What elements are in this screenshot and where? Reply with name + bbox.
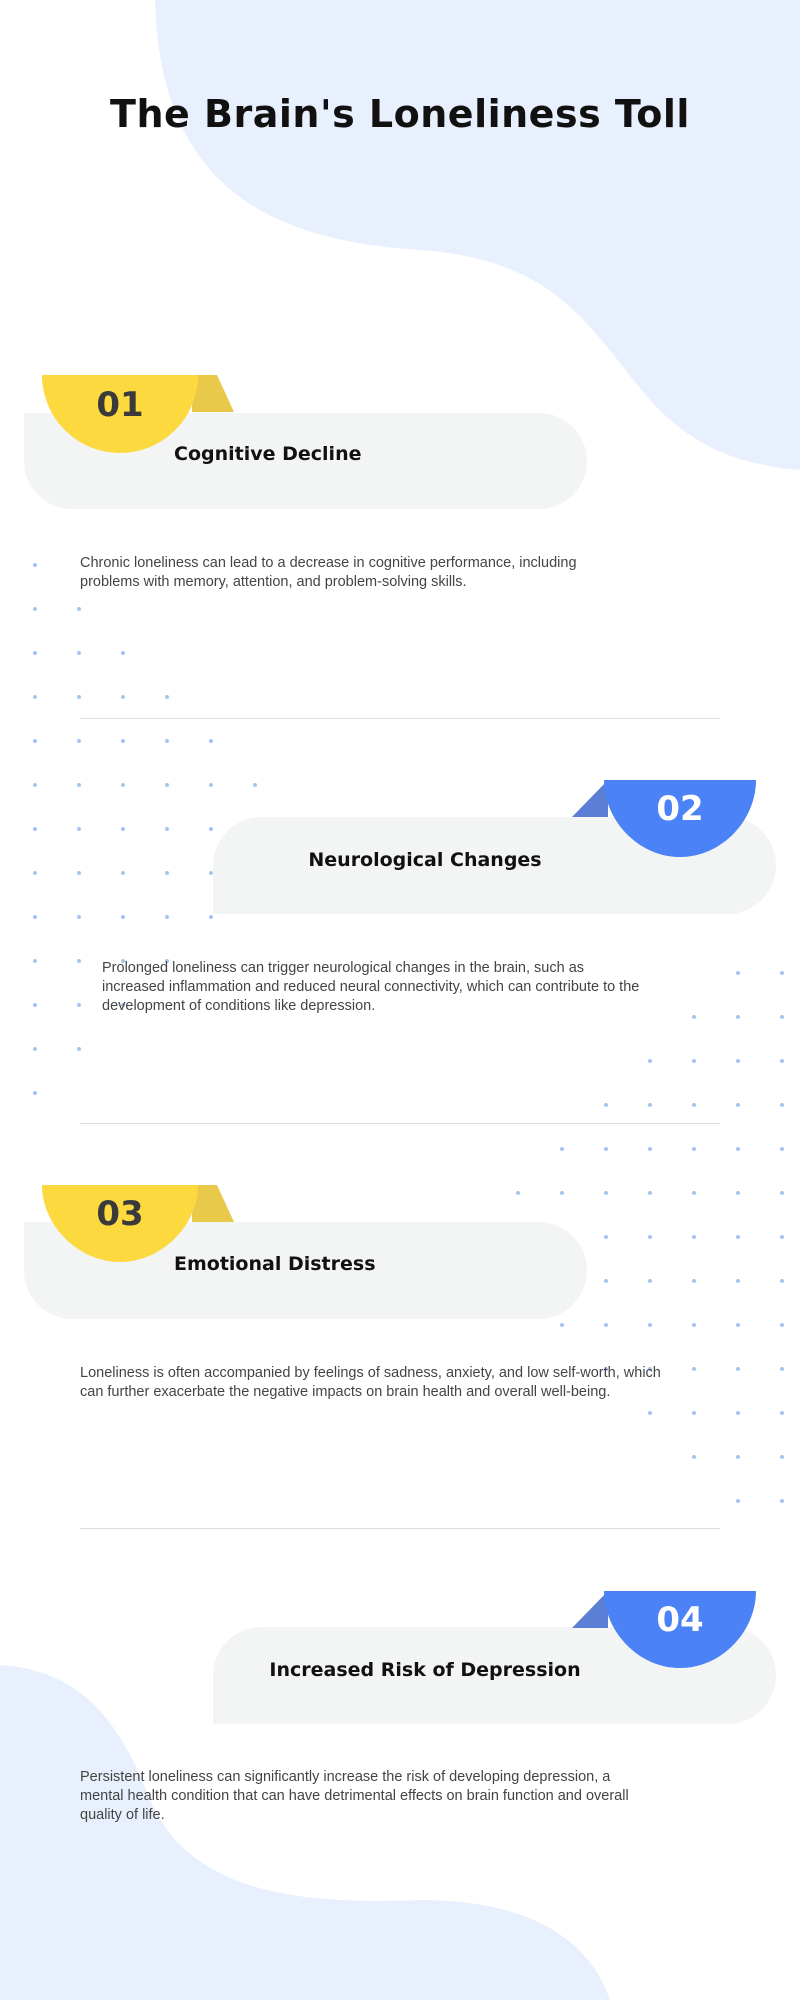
dot [516, 1191, 520, 1195]
dot [692, 1103, 696, 1107]
dot [780, 1455, 784, 1459]
dot [736, 1103, 740, 1107]
section-2-number: 02 [656, 789, 704, 829]
dot [780, 1499, 784, 1503]
dot [692, 1411, 696, 1415]
dot [736, 1411, 740, 1415]
section-1-divider [80, 718, 720, 719]
dot [736, 1499, 740, 1503]
dot [780, 1367, 784, 1371]
dot [692, 1455, 696, 1459]
dot [648, 1147, 652, 1151]
dot [604, 1323, 608, 1327]
dot [780, 1103, 784, 1107]
dot [604, 1147, 608, 1151]
section-2-heading: Neurological Changes [308, 849, 542, 871]
dot [692, 1059, 696, 1063]
dot [780, 1279, 784, 1283]
dot [648, 1191, 652, 1195]
dot [604, 1191, 608, 1195]
dot [736, 1323, 740, 1327]
section-3-number: 03 [96, 1194, 144, 1234]
dot [736, 1367, 740, 1371]
dot [692, 1147, 696, 1151]
section-2-text: Prolonged loneliness can trigger neurolo… [102, 960, 640, 1014]
dot [560, 1323, 564, 1327]
dot [692, 1323, 696, 1327]
section-1-text: Chronic loneliness can lead to a decreas… [80, 555, 577, 590]
section-4-number: 04 [656, 1600, 704, 1640]
dot [780, 971, 784, 975]
dot [736, 1455, 740, 1459]
dot [648, 1279, 652, 1283]
dot [736, 1015, 740, 1019]
dot [648, 1411, 652, 1415]
dot [604, 1235, 608, 1239]
dot [736, 1147, 740, 1151]
dot [692, 1235, 696, 1239]
section-4-text: Persistent loneliness can significantly … [80, 1769, 629, 1823]
dot [692, 1367, 696, 1371]
dot [780, 1323, 784, 1327]
dot [780, 1191, 784, 1195]
section-3-divider [80, 1528, 720, 1529]
dot [692, 1015, 696, 1019]
section-1-heading: Cognitive Decline [174, 443, 362, 465]
section-4-heading: Increased Risk of Depression [269, 1659, 581, 1681]
dot [604, 1103, 608, 1107]
dot [692, 1279, 696, 1283]
dot [780, 1411, 784, 1415]
dot [780, 1235, 784, 1239]
dot [780, 1147, 784, 1151]
dot [560, 1191, 564, 1195]
dot [736, 1059, 740, 1063]
dot [604, 1279, 608, 1283]
dot [692, 1191, 696, 1195]
dot [736, 1279, 740, 1283]
dot [736, 1191, 740, 1195]
section-1-number: 01 [96, 385, 144, 425]
dot [780, 1015, 784, 1019]
page-title: The Brain's Loneliness Toll [110, 92, 690, 136]
dot [780, 1059, 784, 1063]
section-3-text: Loneliness is often accompanied by feeli… [80, 1365, 661, 1400]
dot [648, 1235, 652, 1239]
section-2-divider [80, 1123, 720, 1124]
dot [736, 1235, 740, 1239]
dot [648, 1323, 652, 1327]
dot [648, 1059, 652, 1063]
dot [560, 1147, 564, 1151]
dot [736, 971, 740, 975]
section-3-heading: Emotional Distress [174, 1253, 376, 1275]
dot [648, 1103, 652, 1107]
